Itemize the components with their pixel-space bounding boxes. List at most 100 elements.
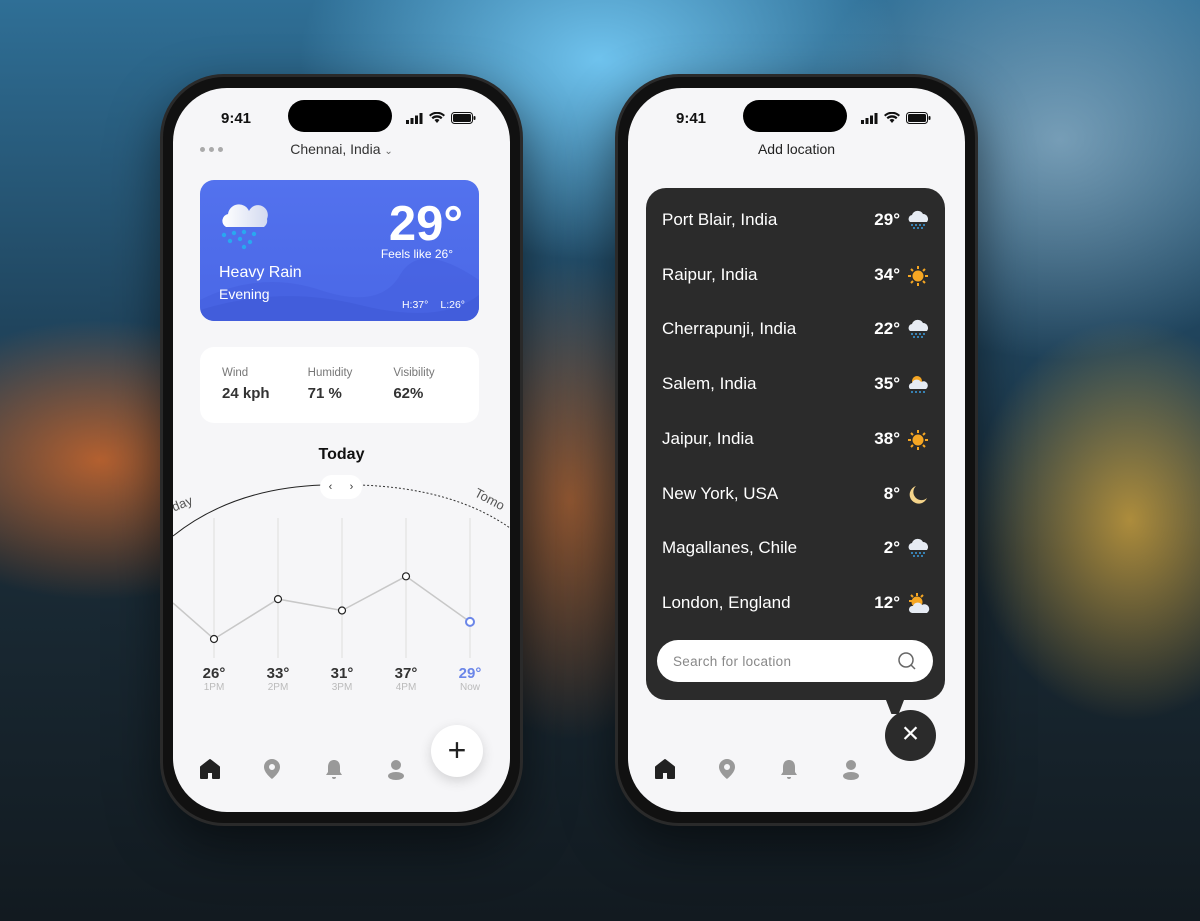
dynamic-island — [743, 100, 847, 132]
battery-icon — [906, 112, 931, 124]
page-title: Add location — [757, 141, 836, 157]
rain-cloud-icon — [906, 538, 930, 558]
location-temp: 34° — [874, 264, 900, 284]
location-row[interactable]: Cherrapunji, India 22° — [662, 319, 930, 339]
stat-humidity: Humidity 71 % — [308, 367, 394, 423]
location-row[interactable]: Raipur, India 34° — [662, 264, 930, 286]
hour-label: 1PM — [203, 682, 225, 693]
location-name: Salem, India — [662, 374, 757, 394]
temp-point[interactable] — [465, 616, 475, 627]
stat-visibility: Visibility 62% — [393, 367, 479, 423]
feels-like: Feels like 26° — [380, 247, 453, 261]
temp-point[interactable] — [273, 594, 283, 604]
home-screen: 9:41 Chennai, India ⌄ Heavy Rain Evening… — [173, 88, 510, 812]
bottom-nav — [654, 758, 862, 780]
bottom-nav — [199, 758, 407, 780]
user-icon[interactable] — [385, 758, 407, 780]
location-panel: Port Blair, India 29° Raipur, India 34° Cher… — [646, 188, 945, 700]
location-temp-group: 29° — [874, 210, 930, 230]
location-row[interactable]: Magallanes, Chile 2° — [662, 538, 930, 558]
weather-stats: Wind 24 kph Humidity 71 % Visibility 62% — [200, 347, 479, 423]
home-icon[interactable] — [654, 758, 676, 780]
temp-value: 33° — [266, 665, 290, 682]
temp-point[interactable] — [401, 572, 411, 581]
location-temp: 8° — [883, 483, 900, 503]
battery-icon — [451, 112, 476, 124]
location-row[interactable]: London, England 12° — [662, 592, 930, 613]
location-name: Cherrapunji, India — [662, 319, 797, 339]
sun-cloud-rain-icon — [906, 374, 930, 394]
location-temp-group: 35° — [874, 374, 930, 394]
stat-label: Visibility — [393, 367, 435, 379]
phone-home: 9:41 Chennai, India ⌄ Heavy Rain Evening… — [160, 74, 523, 826]
location-temp: 29° — [874, 210, 900, 229]
location-temp: 35° — [874, 374, 900, 394]
wifi-icon — [429, 112, 445, 123]
sun-cloud-icon — [906, 592, 930, 613]
location-name: London, England — [662, 592, 791, 612]
hour-temp-label: 26° 1PM — [189, 665, 239, 693]
location-temp: 12° — [874, 592, 900, 612]
location-name: New York, USA — [662, 483, 779, 503]
location-row[interactable]: Jaipur, India 38° — [662, 428, 930, 450]
high-temp: H:37° — [401, 299, 429, 311]
location-row[interactable]: New York, USA 8° — [662, 484, 930, 504]
phone-add-location: 9:41 Add location Port Blair, India 29° Ra… — [615, 74, 978, 826]
bell-icon[interactable] — [323, 758, 345, 780]
sun-icon — [906, 429, 930, 450]
bell-icon[interactable] — [778, 758, 800, 780]
rain-cloud-icon — [906, 319, 930, 339]
next-day-button[interactable]: › — [350, 481, 354, 493]
temp-value: 31° — [330, 665, 354, 682]
home-icon[interactable] — [199, 758, 221, 780]
temp-line — [173, 575, 471, 640]
current-weather-card[interactable]: Heavy Rain Evening 29° Feels like 26° H:… — [200, 180, 479, 321]
stat-value: 71 % — [307, 385, 342, 402]
stat-wind: Wind 24 kph — [222, 367, 308, 423]
location-name: Jaipur, India — [662, 428, 754, 448]
location-icon[interactable] — [261, 758, 283, 780]
location-icon[interactable] — [716, 758, 738, 780]
location-name: Raipur, India — [662, 264, 758, 284]
search-placeholder: Search for location — [673, 653, 792, 669]
location-row[interactable]: Salem, India 35° — [662, 374, 930, 394]
add-location-button[interactable]: + — [431, 725, 483, 777]
current-temp: 29° — [388, 197, 463, 251]
location-temp: 2° — [883, 538, 900, 558]
prev-day-button[interactable]: ‹ — [329, 481, 333, 493]
status-icons — [861, 112, 931, 124]
cloud-rain-icon — [221, 204, 268, 250]
location-name: Magallanes, Chile — [662, 538, 798, 558]
status-time: 9:41 — [676, 110, 707, 127]
hour-temp-label: 29° Now — [445, 665, 495, 693]
close-button[interactable]: × — [885, 710, 936, 761]
temp-point[interactable] — [209, 634, 219, 644]
hour-label: Now — [459, 682, 480, 693]
temp-point[interactable] — [337, 606, 347, 615]
location-temp-group: 22° — [874, 319, 930, 339]
search-icon[interactable] — [897, 651, 917, 671]
dynamic-island — [288, 100, 392, 132]
hour-label: 4PM — [395, 682, 417, 693]
user-icon[interactable] — [840, 758, 862, 780]
signal-icon — [406, 112, 423, 124]
location-row[interactable]: Port Blair, India 29° — [662, 210, 930, 230]
location-temp: 38° — [874, 428, 900, 448]
search-input[interactable]: Search for location — [657, 640, 933, 682]
day-switcher: ‹ › — [320, 475, 362, 499]
wifi-icon — [884, 112, 900, 123]
condition: Heavy Rain — [219, 264, 302, 281]
location-temp: 22° — [874, 319, 900, 339]
sun-icon — [906, 265, 930, 286]
moon-icon — [906, 484, 930, 504]
location-temp-group: 2° — [884, 538, 930, 558]
location-name: Chennai, India — [290, 141, 381, 157]
hour-temp-label: 31° 3PM — [317, 665, 367, 693]
location-temp-group: 34° — [874, 264, 930, 286]
hour-label: 3PM — [331, 682, 353, 693]
add-location-screen: 9:41 Add location Port Blair, India 29° Ra… — [628, 88, 965, 812]
hour-label: 2PM — [267, 682, 289, 693]
status-icons — [406, 112, 476, 124]
hour-temp-label: 33° 2PM — [253, 665, 303, 693]
location-selector[interactable]: Chennai, India ⌄ — [173, 141, 510, 157]
